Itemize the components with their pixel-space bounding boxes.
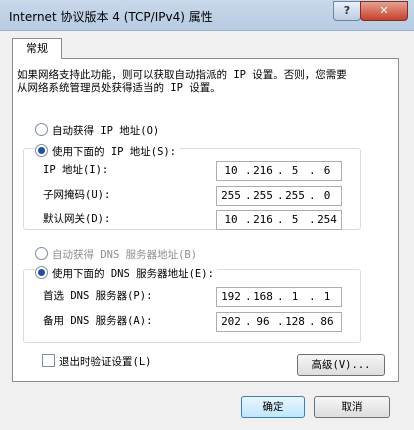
dns-manual-label: 使用下面的 DNS 服务器地址(E): xyxy=(52,268,214,280)
ok-button[interactable]: 确定 xyxy=(241,396,305,418)
alternate-dns-input[interactable]: 202. 96. 128. 86 xyxy=(216,312,342,332)
ip-manual-label: 使用下面的 IP 地址(S): xyxy=(52,146,177,158)
octet: 10 xyxy=(224,164,238,177)
radio-selected-icon xyxy=(35,144,48,157)
ip-auto-label: 自动获得 IP 地址(O) xyxy=(52,125,160,137)
ip-address-label: IP 地址(I): xyxy=(43,164,109,176)
octet: 6 xyxy=(323,164,331,177)
octet: 192 xyxy=(221,290,241,303)
alternate-dns-label: 备用 DNS 服务器(A): xyxy=(43,315,153,327)
dialog-body: 常规 如果网络支持此功能，则可以获取自动指派的 IP 设置。否则，您需要从网络系… xyxy=(0,31,414,430)
octet: 10 xyxy=(224,213,238,226)
preferred-dns-input[interactable]: 192. 168. 1. 1 xyxy=(216,287,342,307)
ip-address-input[interactable]: 10. 216. 5. 6 xyxy=(216,161,342,181)
dns-auto-label: 自动获得 DNS 服务器地址(B) xyxy=(52,249,198,261)
help-button[interactable]: ? xyxy=(333,1,361,21)
default-gateway-label: 默认网关(D): xyxy=(43,213,111,225)
octet: 255 xyxy=(221,189,241,202)
title-bar: Internet 协议版本 4 (TCP/IPv4) 属性 ? ✕ xyxy=(0,0,414,31)
advanced-button[interactable]: 高级(V)... xyxy=(297,354,385,376)
description-text: 如果网络支持此功能，则可以获取自动指派的 IP 设置。否则，您需要从网络系统管理… xyxy=(17,69,347,94)
octet: 216 xyxy=(253,213,273,226)
octet: 96 xyxy=(256,315,270,328)
radio-icon xyxy=(35,123,48,136)
dns-auto-radio[interactable]: 自动获得 DNS 服务器地址(B) xyxy=(35,247,202,263)
octet: 5 xyxy=(291,213,299,226)
octet: 1 xyxy=(323,290,331,303)
octet: 168 xyxy=(253,290,273,303)
validate-on-exit-checkbox[interactable]: 退出时验证设置(L) xyxy=(42,354,151,370)
checkbox-icon xyxy=(42,354,55,367)
octet: 86 xyxy=(320,315,334,328)
octet: 202 xyxy=(221,315,241,328)
subnet-mask-input[interactable]: 255. 255. 255. 0 xyxy=(216,186,342,206)
default-gateway-input[interactable]: 10. 216. 5. 254 xyxy=(216,210,342,230)
octet: 128 xyxy=(285,315,305,328)
cancel-button[interactable]: 取消 xyxy=(314,396,390,418)
octet: 1 xyxy=(291,290,299,303)
dns-manual-radio[interactable]: 使用下面的 DNS 服务器地址(E): xyxy=(35,266,218,282)
octet: 216 xyxy=(253,164,273,177)
octet: 255 xyxy=(253,189,273,202)
close-button[interactable]: ✕ xyxy=(360,1,408,21)
validate-on-exit-label: 退出时验证设置(L) xyxy=(59,356,152,368)
octet: 255 xyxy=(285,189,305,202)
ip-auto-radio[interactable]: 自动获得 IP 地址(O) xyxy=(35,123,164,139)
octet: 5 xyxy=(291,164,299,177)
radio-selected-icon xyxy=(35,266,48,279)
subnet-mask-label: 子网掩码(U): xyxy=(43,189,111,201)
radio-icon xyxy=(35,247,48,260)
window-title: Internet 协议版本 4 (TCP/IPv4) 属性 xyxy=(9,10,213,24)
ip-manual-radio[interactable]: 使用下面的 IP 地址(S): xyxy=(35,144,181,160)
octet: 254 xyxy=(317,213,337,226)
preferred-dns-label: 首选 DNS 服务器(P): xyxy=(43,290,153,302)
octet: 0 xyxy=(323,189,331,202)
tab-general[interactable]: 常规 xyxy=(12,38,62,59)
